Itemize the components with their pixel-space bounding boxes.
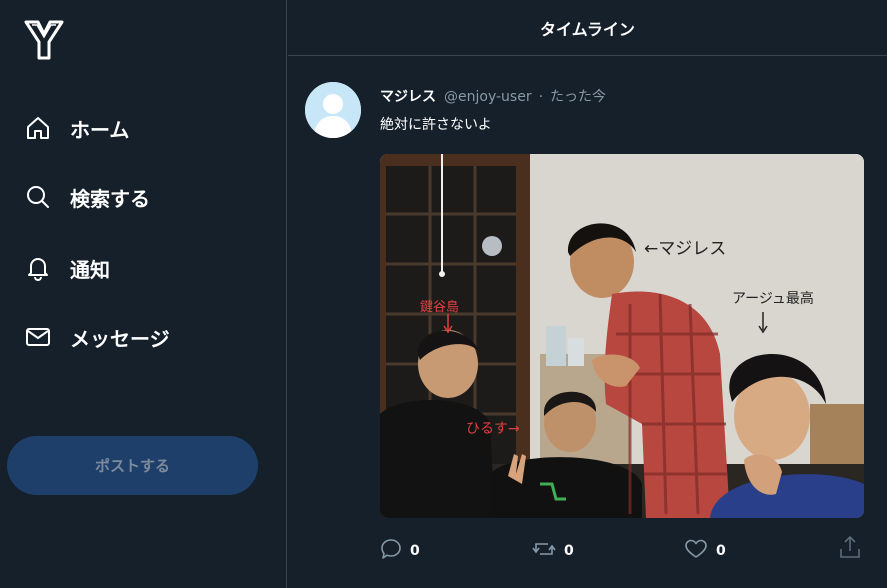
share-icon <box>838 534 862 564</box>
photo-annotation: ←マジレス <box>644 239 727 259</box>
mail-icon <box>24 323 52 351</box>
sidebar-item-label: 通知 <box>70 257 110 282</box>
photo-illustration <box>380 154 864 518</box>
timeline-column: タイムライン マジレス @enjoy-user · たった今 絶対に許さないよ <box>288 0 887 588</box>
search-icon <box>24 183 52 211</box>
repost-icon <box>532 538 556 564</box>
reply-button[interactable]: 0 <box>380 538 420 564</box>
home-icon <box>24 114 52 142</box>
photo-annotation: アージュ最高 <box>732 291 814 307</box>
post-card[interactable]: マジレス @enjoy-user · たった今 絶対に許さないよ ←マジレス ア… <box>288 66 887 588</box>
bell-icon <box>24 254 52 282</box>
share-button[interactable] <box>838 534 862 564</box>
sidebar-item-messages[interactable]: メッセージ <box>24 319 170 355</box>
post-header: マジレス @enjoy-user · たった今 <box>380 86 606 106</box>
separator-dot: · <box>538 89 544 105</box>
sidebar-item-notifications[interactable]: 通知 <box>24 250 110 286</box>
post-timestamp[interactable]: たった今 <box>550 86 606 106</box>
post-text: 絶対に許さないよ <box>380 117 492 133</box>
like-count: 0 <box>716 543 726 559</box>
photo-annotation: ひるす→ <box>466 421 520 437</box>
sidebar-item-label: ホーム <box>70 117 130 142</box>
sidebar: ホーム 検索する 通知 メッセージ ポストする <box>0 0 287 588</box>
repost-count: 0 <box>564 543 574 559</box>
sidebar-item-search[interactable]: 検索する <box>24 179 150 215</box>
post-photo[interactable]: ←マジレス アージュ最高 鍵谷島 ひるす→ <box>380 154 864 518</box>
page-title: タイムライン <box>540 19 635 39</box>
post-button[interactable]: ポストする <box>7 436 258 495</box>
avatar[interactable] <box>305 82 361 138</box>
reply-icon <box>380 538 402 564</box>
user-name[interactable]: マジレス <box>380 86 436 106</box>
y-logo-icon[interactable] <box>24 20 64 60</box>
reply-count: 0 <box>410 543 420 559</box>
heart-icon <box>684 538 708 564</box>
repost-button[interactable]: 0 <box>532 538 574 564</box>
photo-annotation: 鍵谷島 <box>420 300 460 315</box>
like-button[interactable]: 0 <box>684 538 726 564</box>
sidebar-item-home[interactable]: ホーム <box>24 110 129 146</box>
user-handle[interactable]: @enjoy-user <box>444 89 532 105</box>
sidebar-item-label: 検索する <box>70 186 150 211</box>
sidebar-item-label: メッセージ <box>70 326 170 351</box>
timeline-header: タイムライン <box>288 0 887 56</box>
